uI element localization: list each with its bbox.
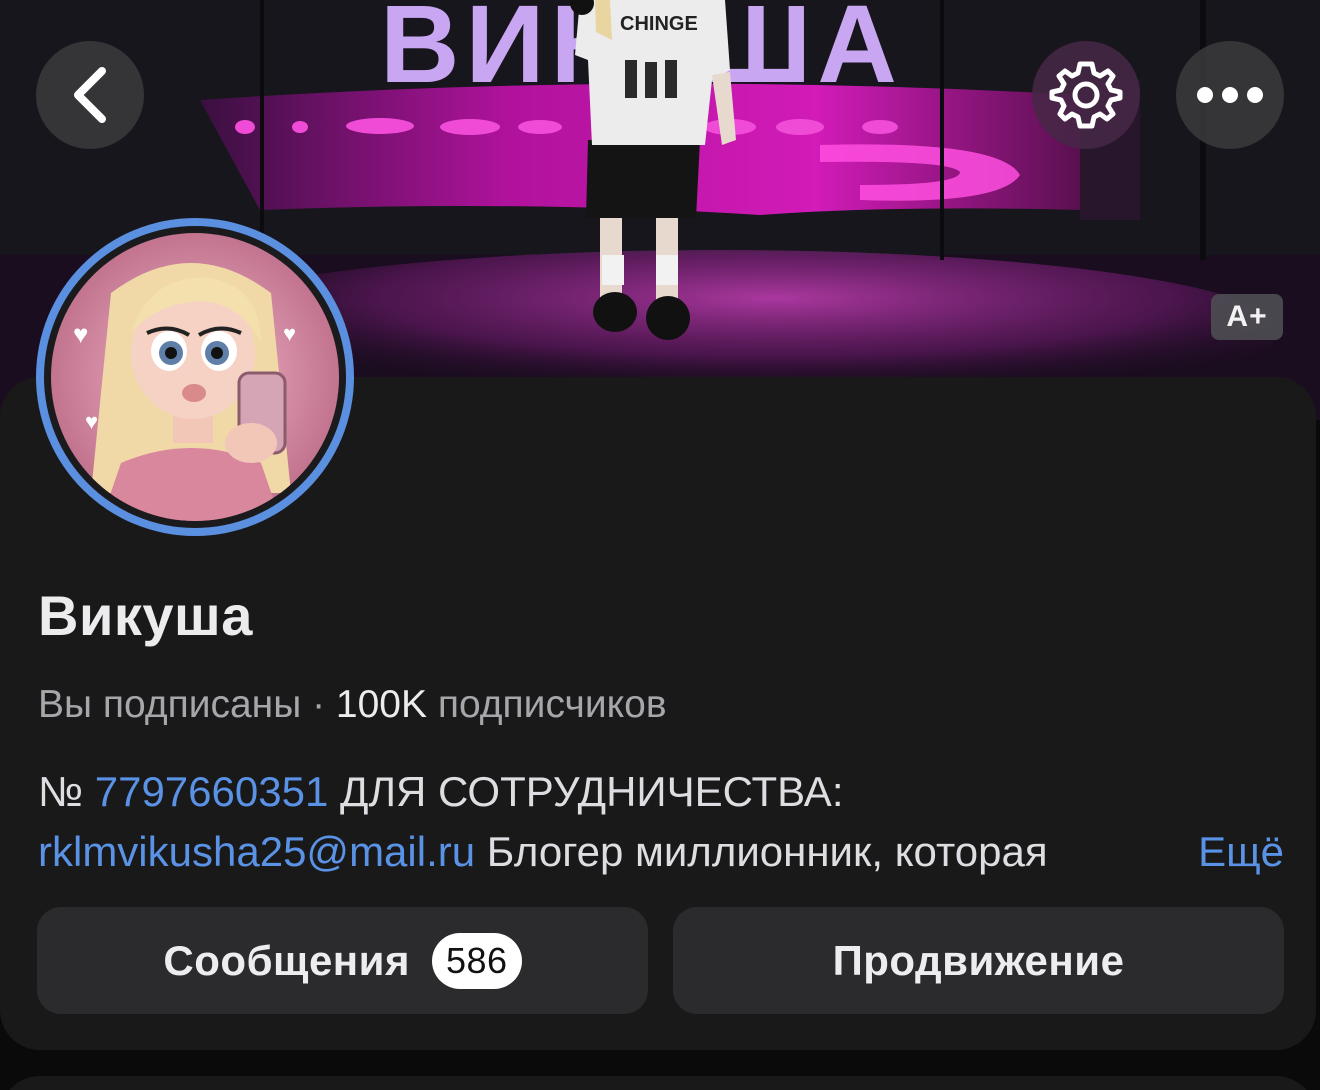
bio-line-1: № 7797660351 ДЛЯ СОТРУДНИЧЕСТВА:	[38, 762, 1288, 822]
bio-fade	[1103, 822, 1163, 882]
messages-count-badge: 586	[432, 932, 522, 989]
profile-page: ВИКУША CHING	[0, 0, 1320, 1090]
bio-line-2: rklmvikusha25@mail.ru Блогер миллионник,…	[38, 822, 1288, 882]
bio-continuation: Блогер миллионник, которая	[475, 828, 1048, 875]
gear-icon	[1049, 61, 1123, 129]
next-section-card	[0, 1076, 1316, 1090]
show-more-link[interactable]: Ещё	[1180, 822, 1284, 882]
followers-label[interactable]: подписчиков	[427, 683, 667, 726]
messages-button[interactable]: Сообщения 586	[37, 907, 648, 1014]
subscription-stats: Вы подписаны · 100K подписчиков	[38, 680, 667, 730]
followers-count[interactable]: 100K	[336, 683, 427, 726]
phone-link[interactable]: 7797660351	[95, 768, 329, 815]
stats-separator: ·	[301, 683, 336, 726]
svg-text:♥: ♥	[283, 321, 296, 346]
subscription-status[interactable]: Вы подписаны	[38, 683, 301, 726]
email-link[interactable]: rklmvikusha25@mail.ru	[38, 828, 475, 875]
bio-prefix: №	[38, 768, 95, 815]
svg-text:♥: ♥	[85, 409, 98, 434]
back-button[interactable]	[36, 41, 144, 149]
bio-text: ДЛЯ СОТРУДНИЧЕСТВА:	[328, 768, 844, 815]
avatar[interactable]: ♥ ♥ ♥	[36, 218, 354, 536]
messages-label: Сообщения	[163, 936, 410, 984]
svg-text:♥: ♥	[73, 319, 88, 349]
ellipsis-icon	[1197, 87, 1263, 103]
chevron-left-icon	[74, 67, 106, 123]
promotion-label: Продвижение	[832, 936, 1125, 984]
profile-bio: № 7797660351 ДЛЯ СОТРУДНИЧЕСТВА: rklmvik…	[38, 762, 1288, 882]
font-size-badge[interactable]: A+	[1211, 294, 1283, 340]
more-options-button[interactable]	[1176, 41, 1284, 149]
avatar-image: ♥ ♥ ♥	[51, 233, 339, 521]
settings-button[interactable]	[1032, 41, 1140, 149]
profile-name: Викуша	[38, 584, 253, 647]
cover-shirt-text: CHINGE	[620, 13, 698, 35]
promotion-button[interactable]: Продвижение	[673, 907, 1284, 1014]
